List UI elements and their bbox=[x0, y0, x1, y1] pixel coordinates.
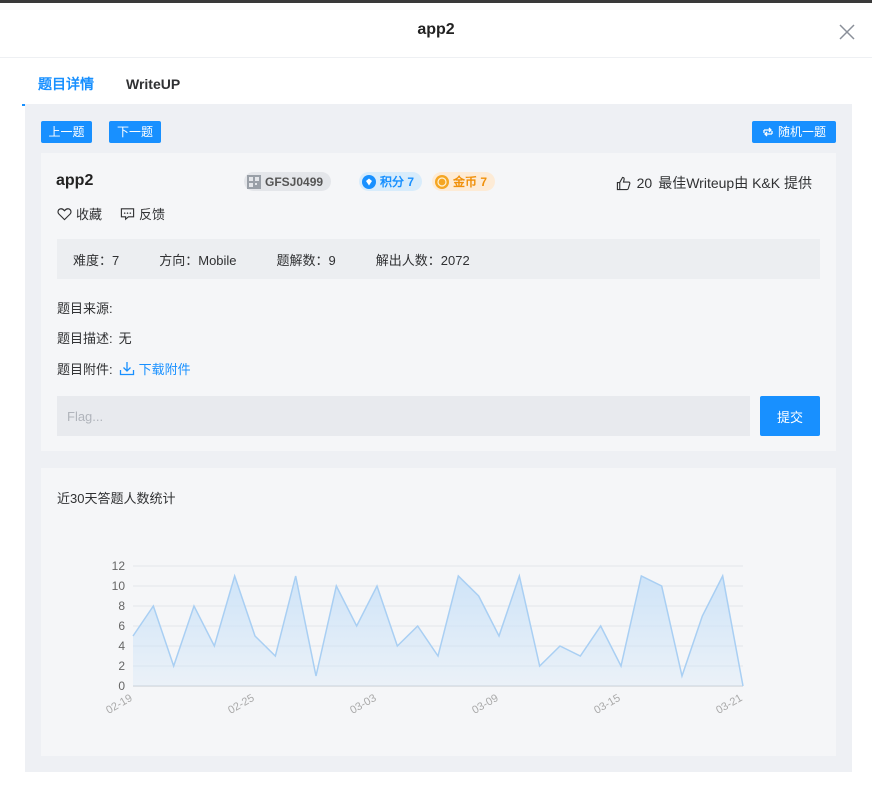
gold-value: 金币 7 bbox=[453, 175, 488, 189]
stat-solvers: 解出人数：2072 bbox=[375, 252, 470, 268]
favorite-label: 收藏 bbox=[76, 207, 103, 222]
x-tick-label: 03-09 bbox=[470, 692, 500, 716]
chart-card: 近30天答题人数统计 0 2 4 6 8 10 12 02-19 02-25 03-03 03-09… bbox=[41, 468, 836, 756]
diamond-icon bbox=[362, 174, 376, 189]
y-tick-label: 12 bbox=[112, 559, 126, 573]
x-tick-label: 03-03 bbox=[348, 692, 378, 716]
stat-solve-count: 题解数：9 bbox=[276, 252, 336, 268]
shuffle-icon bbox=[763, 127, 773, 137]
feedback-button[interactable]: 反馈 bbox=[120, 204, 165, 223]
download-icon bbox=[119, 362, 134, 376]
feedback-label: 反馈 bbox=[139, 207, 166, 222]
tab-writeup[interactable]: WriteUP bbox=[110, 58, 196, 104]
stat-direction: 方向：Mobile bbox=[159, 252, 237, 268]
source-label: 题目来源: bbox=[57, 301, 113, 316]
thumbs-up-icon[interactable] bbox=[616, 176, 631, 191]
prev-button[interactable]: 上一题 bbox=[41, 121, 92, 143]
gold-tag: 金币 7 bbox=[432, 172, 496, 191]
y-tick-label: 4 bbox=[118, 639, 125, 653]
y-tick-label: 10 bbox=[112, 579, 126, 593]
content-area: 上一题 下一题 随机一题 app2 GFSJ0499 积分 7 金币 7 20 … bbox=[25, 104, 852, 772]
x-tick-label: 03-21 bbox=[714, 692, 744, 716]
action-row: 收藏 反馈 bbox=[57, 204, 165, 223]
likes-count: 20 bbox=[636, 175, 653, 191]
close-icon[interactable] bbox=[838, 23, 856, 41]
coin-icon bbox=[435, 174, 449, 189]
random-label: 随机一题 bbox=[777, 125, 826, 139]
stat-difficulty: 难度：7 bbox=[73, 252, 120, 268]
area-fill bbox=[133, 576, 743, 686]
y-tick-label: 6 bbox=[118, 619, 125, 633]
next-button[interactable]: 下一题 bbox=[109, 121, 161, 143]
likes-row: 20 最佳Writeup由 K&K 提供 bbox=[616, 173, 812, 193]
feedback-icon bbox=[120, 207, 135, 220]
heart-icon bbox=[57, 207, 72, 220]
y-tick-label: 0 bbox=[118, 679, 125, 693]
challenge-card: app2 GFSJ0499 积分 7 金币 7 20 最佳Writeup由 K&… bbox=[41, 153, 836, 451]
x-tick-label: 02-19 bbox=[104, 692, 134, 716]
score-value: 积分 7 bbox=[380, 175, 415, 189]
random-button[interactable]: 随机一题 bbox=[752, 121, 836, 143]
tab-details[interactable]: 题目详情 bbox=[22, 58, 110, 106]
solver-chart: 0 2 4 6 8 10 12 02-19 02-25 03-03 03-09 03-15 03-21 bbox=[104, 559, 744, 717]
stats-bar: 难度：7 方向：Mobile 题解数：9 解出人数：2072 bbox=[57, 239, 820, 279]
x-tick-label: 03-15 bbox=[592, 692, 622, 716]
source-row: 题目来源: bbox=[57, 298, 113, 317]
challenge-id: GFSJ0499 bbox=[265, 174, 324, 189]
qr-icon bbox=[247, 174, 261, 189]
attachment-row: 题目附件: 下载附件 bbox=[57, 359, 191, 378]
flag-input[interactable] bbox=[57, 396, 750, 436]
y-tick-label: 2 bbox=[118, 659, 125, 673]
submit-button[interactable]: 提交 bbox=[760, 396, 820, 436]
description-row: 题目描述: 无 bbox=[57, 328, 132, 347]
modal-header: app2 bbox=[0, 3, 872, 58]
best-writeup: 最佳Writeup由 K&K 提供 bbox=[658, 175, 812, 191]
download-label: 下载附件 bbox=[138, 362, 191, 377]
attachment-label: 题目附件: bbox=[57, 362, 113, 377]
challenge-name: app2 bbox=[56, 172, 94, 189]
x-tick-label: 02-25 bbox=[226, 692, 256, 716]
modal-title: app2 bbox=[417, 21, 455, 38]
tabs: 题目详情 WriteUP bbox=[22, 58, 196, 106]
favorite-button[interactable]: 收藏 bbox=[57, 204, 102, 223]
description-label: 题目描述: bbox=[57, 331, 113, 346]
y-tick-label: 8 bbox=[118, 599, 125, 613]
description-value: 无 bbox=[118, 331, 132, 346]
download-link[interactable]: 下载附件 bbox=[119, 359, 191, 378]
score-tag: 积分 7 bbox=[359, 172, 423, 191]
challenge-id-tag: GFSJ0499 bbox=[244, 172, 332, 191]
